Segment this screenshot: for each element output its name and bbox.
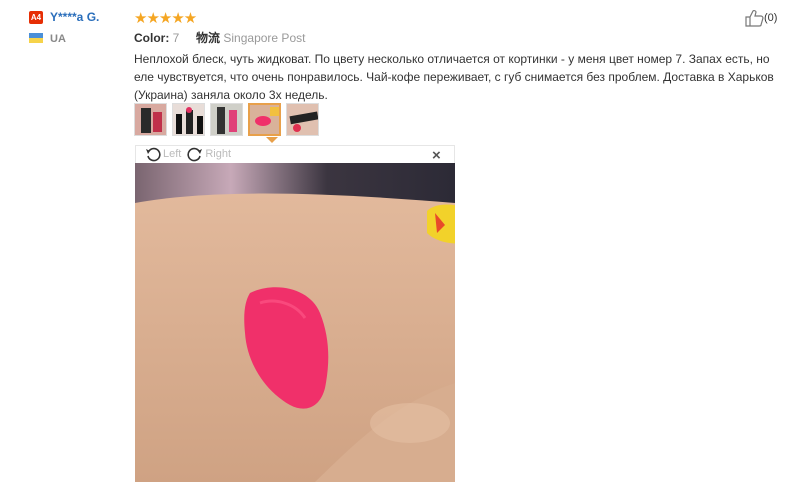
helpful-button[interactable]: (0) [744, 9, 777, 27]
shipping-value: Singapore Post [223, 31, 306, 45]
photo-thumbnail[interactable] [134, 103, 167, 136]
selected-thumbnail-pointer [266, 137, 278, 143]
rotate-right-label: Right [205, 148, 232, 160]
reviewer-country: UA [50, 33, 66, 45]
close-viewer-button[interactable]: × [432, 147, 441, 164]
helpful-count: (0) [764, 12, 778, 24]
review-photo [135, 163, 455, 482]
photo-thumbnail[interactable] [286, 103, 319, 136]
review-text: Неплохой блеск, чуть жидковат. По цвету … [134, 52, 774, 102]
rotate-left-button[interactable]: Left [145, 146, 181, 162]
rotate-left-label: Left [163, 148, 182, 160]
color-value: 7 [172, 31, 180, 45]
ukraine-flag-icon [29, 33, 43, 43]
viewer-toolbar: Left Right [145, 145, 231, 163]
photo-thumbnail[interactable] [210, 103, 243, 136]
thumbs-up-icon [745, 9, 764, 27]
rating-stars: ★★★★★ [134, 10, 197, 27]
reviewer-level-badge: A4 [29, 11, 43, 24]
shipping-label: 物流 [196, 31, 221, 45]
photo-thumbnail[interactable] [172, 103, 205, 136]
rotate-right-icon [187, 147, 203, 162]
reviewer-name[interactable]: Y****a G. [50, 10, 99, 24]
photo-thumbnails [134, 103, 319, 136]
photo-thumbnail-selected[interactable] [248, 103, 281, 136]
rotate-left-icon [146, 147, 161, 162]
order-meta: Color: 7 物流 Singapore Post [134, 29, 305, 46]
color-label: Color: [134, 31, 170, 45]
rotate-right-button[interactable]: Right [187, 146, 231, 162]
